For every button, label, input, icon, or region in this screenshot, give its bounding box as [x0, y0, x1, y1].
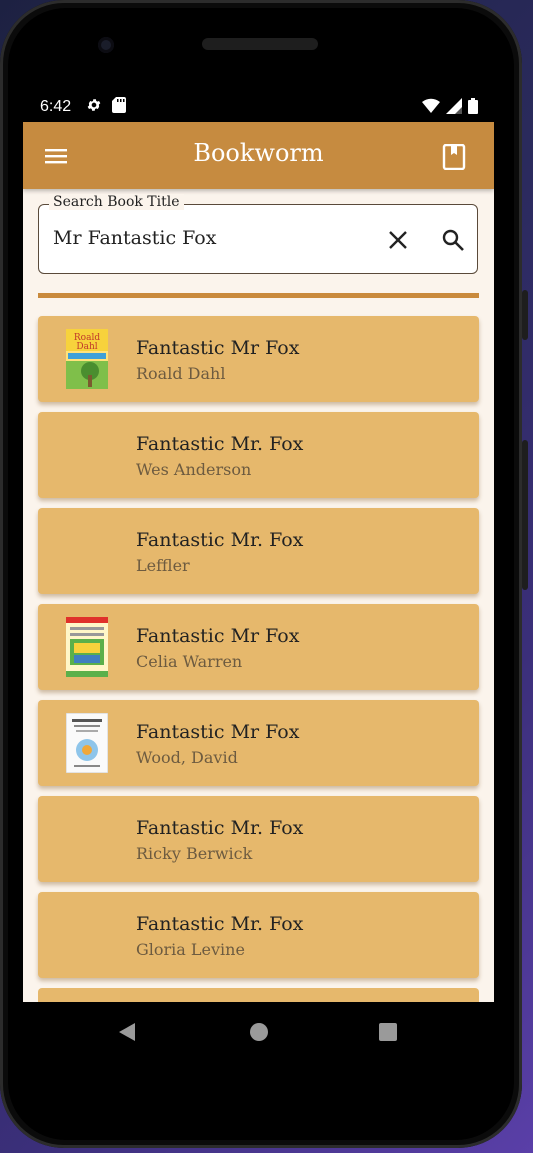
cover-celia-warren	[66, 617, 108, 677]
app-title: Bookworm	[193, 139, 324, 167]
book-title: Fantastic Mr Fox	[136, 337, 300, 359]
app-bar: Bookworm	[23, 122, 494, 189]
book-title: Fantastic Mr Fox	[136, 721, 300, 743]
list-item[interactable]: Fantastic Mr. Fox Gloria Levine	[38, 892, 479, 978]
wifi-icon	[422, 98, 440, 113]
battery-icon	[468, 98, 478, 114]
list-item[interactable]: Roald Dahl Fantastic Mr Fox Roald Dahl	[38, 316, 479, 402]
status-bar: 6:42	[23, 93, 494, 122]
back-icon[interactable]	[118, 1022, 136, 1042]
recents-icon[interactable]	[379, 1023, 397, 1041]
svg-text:Dahl: Dahl	[76, 342, 97, 352]
book-title: Fantastic Mr. Fox	[136, 529, 304, 551]
search-icon[interactable]	[441, 228, 465, 252]
cover-wood-david	[66, 713, 108, 773]
front-camera	[98, 37, 114, 53]
book-author: Wood, David	[136, 748, 238, 767]
book-title: Fantastic Mr. Fox	[136, 913, 304, 935]
book-icon[interactable]	[442, 144, 466, 170]
system-nav-bar	[23, 1002, 494, 1062]
search-input[interactable]: Mr Fantastic Fox	[53, 227, 216, 249]
search-field[interactable]: Search Book Title Mr Fantastic Fox	[38, 194, 478, 274]
book-title: Fantastic Mr Fox	[136, 625, 300, 647]
close-icon[interactable]	[387, 229, 409, 251]
sd-card-icon	[112, 97, 126, 113]
volume-button	[522, 290, 528, 340]
list-item[interactable]: Fantastic Mr. Fox Wes Anderson	[38, 412, 479, 498]
results-list: Roald Dahl Fantastic Mr Fox Roald Dahl F…	[38, 316, 479, 988]
cover-roald-dahl: Roald Dahl	[66, 329, 108, 389]
list-item[interactable]: Fantastic Mr. Fox Leffler	[38, 508, 479, 594]
power-button	[522, 440, 528, 590]
results-divider	[38, 293, 479, 298]
book-author: Gloria Levine	[136, 940, 245, 959]
book-title: Fantastic Mr. Fox	[136, 817, 304, 839]
list-item[interactable]: Fantastic Mr. Fox Ricky Berwick	[38, 796, 479, 882]
book-author: Roald Dahl	[136, 364, 226, 383]
earpiece-speaker	[202, 38, 318, 50]
book-author: Wes Anderson	[136, 460, 252, 479]
app-screen: Bookworm Search Book Title Mr Fantastic …	[23, 122, 494, 1002]
book-author: Ricky Berwick	[136, 844, 253, 863]
home-icon[interactable]	[249, 1022, 269, 1042]
gear-icon	[87, 99, 101, 111]
signal-icon	[446, 98, 462, 114]
list-item-partial[interactable]	[38, 988, 479, 1002]
book-title: Fantastic Mr. Fox	[136, 433, 304, 455]
book-author: Celia Warren	[136, 652, 243, 671]
list-item[interactable]: Fantastic Mr Fox Wood, David	[38, 700, 479, 786]
search-label: Search Book Title	[49, 194, 184, 210]
list-item[interactable]: Fantastic Mr Fox Celia Warren	[38, 604, 479, 690]
status-time: 6:42	[40, 98, 72, 115]
book-author: Leffler	[136, 556, 190, 575]
